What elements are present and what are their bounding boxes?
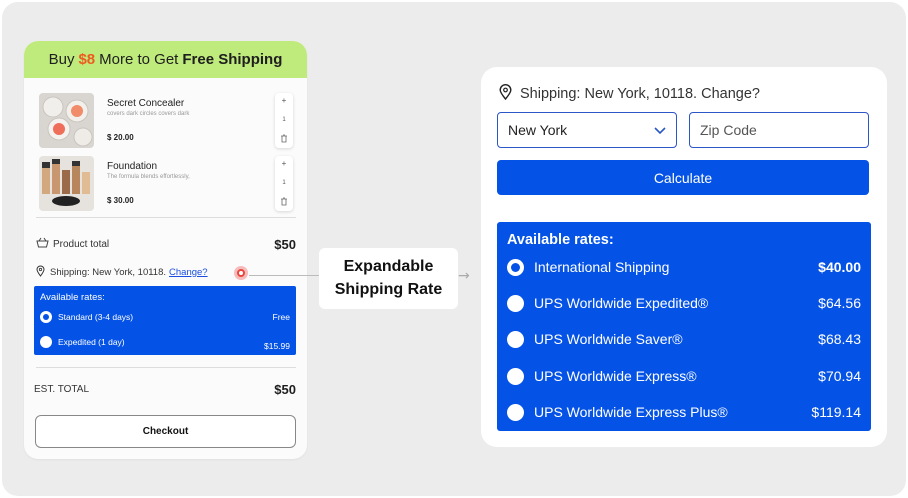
est-total-row: EST. TOTAL $50 (34, 381, 296, 397)
free-shipping-banner: Buy $8 More to Get Free Shipping (24, 41, 307, 78)
shipping-row: Shipping: New York, 10118. Change? (36, 265, 296, 279)
radio-icon[interactable] (507, 367, 524, 385)
radio-selected-icon[interactable] (40, 311, 52, 323)
product-total-row: Product total $50 (36, 235, 296, 253)
shipping-header: Shipping: New York, 10118. Change? (499, 84, 760, 104)
quantity-stepper: + 1 (275, 156, 293, 211)
rate-price: $70.94 (818, 368, 861, 384)
item-name: Foundation (107, 161, 158, 172)
rate-option[interactable]: UPS Worldwide Saver® $68.43 (507, 329, 861, 349)
concealer-image (39, 93, 94, 148)
divider (36, 367, 296, 368)
chevron-down-icon (654, 122, 666, 138)
rate-option[interactable]: UPS Worldwide Expedited® $64.56 (507, 293, 861, 313)
trash-icon[interactable] (280, 134, 288, 145)
rate-price: $68.43 (818, 331, 861, 347)
rates-title: Available rates: (507, 232, 614, 248)
callout-label: Expandable Shipping Rate (319, 248, 458, 309)
rate-label: Expedited (1 day) (58, 337, 125, 347)
banner-prefix: Buy (48, 51, 75, 68)
rate-label: UPS Worldwide Express® (534, 368, 697, 384)
shipping-rate-panel: Shipping: New York, 10118. Change? New Y… (481, 67, 887, 447)
callout-line-1: Expandable (343, 258, 434, 276)
state-value: New York (508, 122, 568, 138)
item-price: $ 20.00 (107, 133, 134, 142)
rate-option[interactable]: UPS Worldwide Express® $70.94 (507, 366, 861, 386)
rate-option[interactable]: Standard (3-4 days) Free (40, 310, 290, 324)
arrow-right-icon: → (458, 268, 470, 284)
banner-middle: More to Get (99, 51, 179, 68)
available-rates-panel: Available rates: International Shipping … (497, 222, 871, 431)
rates-title: Available rates: (40, 292, 105, 303)
radio-icon[interactable] (40, 336, 52, 348)
zip-code-input[interactable]: Zip Code (689, 112, 869, 148)
divider (36, 217, 296, 218)
rate-label: International Shipping (534, 259, 670, 275)
plus-icon[interactable]: + (282, 159, 287, 168)
available-rates-panel: Available rates: Standard (3-4 days) Fre… (34, 286, 296, 355)
shipping-label: Shipping: New York, 10118. (50, 266, 167, 278)
radio-icon[interactable] (507, 403, 524, 421)
calculate-button[interactable]: Calculate (497, 160, 869, 195)
cart-item: Secret Concealer covers dark circles cov… (39, 93, 293, 149)
foundation-image (39, 156, 94, 211)
rate-label: Standard (3-4 days) (58, 312, 134, 322)
quantity-value: 1 (282, 179, 286, 186)
checkout-button[interactable]: Checkout (35, 415, 296, 448)
trash-icon[interactable] (280, 197, 288, 208)
est-total-label: EST. TOTAL (34, 383, 90, 395)
rate-label: UPS Worldwide Express Plus® (534, 404, 728, 420)
location-pin-icon (499, 84, 512, 104)
connector-line (249, 275, 319, 276)
cart-item: Foundation The formula blends effortless… (39, 156, 293, 212)
item-desc: The formula blends effortlessly, (107, 174, 190, 180)
rate-price: $64.56 (818, 295, 861, 311)
radio-icon[interactable] (507, 294, 524, 312)
shipping-text[interactable]: Shipping: New York, 10118. Change? (520, 86, 760, 102)
rate-price: $119.14 (811, 404, 861, 420)
rate-label: UPS Worldwide Saver® (534, 331, 683, 347)
state-select[interactable]: New York (497, 112, 677, 148)
highlight-dot-icon (234, 266, 248, 280)
product-total-label: Product total (53, 238, 110, 250)
item-desc: covers dark circles covers dark (107, 111, 190, 117)
radio-icon[interactable] (507, 330, 524, 348)
location-pin-icon (36, 265, 45, 280)
rate-price: Free (272, 312, 290, 322)
banner-emphasis: Free Shipping (182, 51, 283, 68)
rate-label: UPS Worldwide Expedited® (534, 295, 709, 311)
rate-option[interactable]: International Shipping $40.00 (507, 257, 861, 277)
rate-price: $15.99 (264, 340, 290, 351)
quantity-value: 1 (282, 116, 286, 123)
product-total-value: $50 (274, 236, 296, 252)
item-name: Secret Concealer (107, 98, 185, 109)
cart-card: Buy $8 More to Get Free Shipping Secret … (24, 41, 307, 459)
change-link[interactable]: Change? (169, 267, 208, 278)
est-total-value: $50 (274, 381, 296, 397)
item-price: $ 30.00 (107, 196, 134, 205)
basket-icon (36, 235, 49, 253)
callout-line-2: Shipping Rate (334, 280, 443, 298)
banner-amount: $8 (78, 51, 96, 68)
quantity-stepper: + 1 (275, 93, 293, 148)
rate-price: $40.00 (818, 259, 861, 275)
rate-option[interactable]: UPS Worldwide Express Plus® $119.14 (507, 402, 861, 422)
plus-icon[interactable]: + (282, 96, 287, 105)
rate-option[interactable]: Expedited (1 day) $15.99 (40, 335, 290, 351)
radio-selected-icon[interactable] (507, 258, 524, 276)
